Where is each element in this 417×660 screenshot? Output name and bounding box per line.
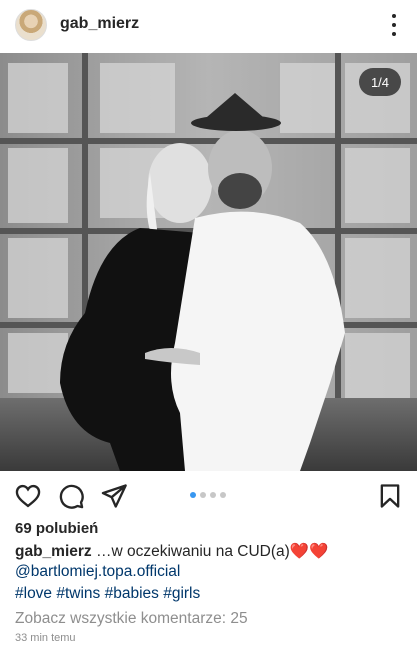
caption: gab_mierz …w oczekiwaniu na CUD(a)❤️❤️ [15, 542, 328, 562]
more-dot [392, 32, 396, 36]
likes-count[interactable]: 69 polubień [15, 520, 98, 537]
carousel-dot [210, 492, 216, 498]
comment-icon[interactable] [57, 482, 85, 510]
post-photo[interactable]: 1/4 [0, 53, 417, 471]
view-comments-link[interactable]: Zobacz wszystkie komentarze: 25 [15, 610, 248, 628]
photo-image [0, 53, 417, 471]
more-vertical-icon[interactable] [389, 14, 399, 36]
avatar[interactable] [15, 9, 47, 41]
more-dot [392, 14, 396, 18]
post-username[interactable]: gab_mierz [60, 15, 139, 33]
carousel-indicator [190, 492, 226, 498]
bookmark-icon[interactable] [376, 482, 404, 510]
hashtags[interactable]: #love #twins #babies #girls [15, 584, 200, 604]
heart-icon[interactable] [14, 482, 42, 510]
carousel-dot-active [190, 492, 196, 498]
send-icon[interactable] [100, 482, 128, 510]
caption-text: …w oczekiwaniu na CUD(a)❤️❤️ [91, 543, 329, 560]
more-dot [392, 23, 396, 27]
mention-link[interactable]: @bartlomiej.topa.official [15, 562, 180, 582]
post-timestamp: 33 min temu [15, 632, 76, 644]
image-counter: 1/4 [359, 68, 401, 96]
caption-username[interactable]: gab_mierz [15, 543, 92, 560]
carousel-dot [200, 492, 206, 498]
post-header: gab_mierz [0, 0, 417, 52]
carousel-dot [220, 492, 226, 498]
